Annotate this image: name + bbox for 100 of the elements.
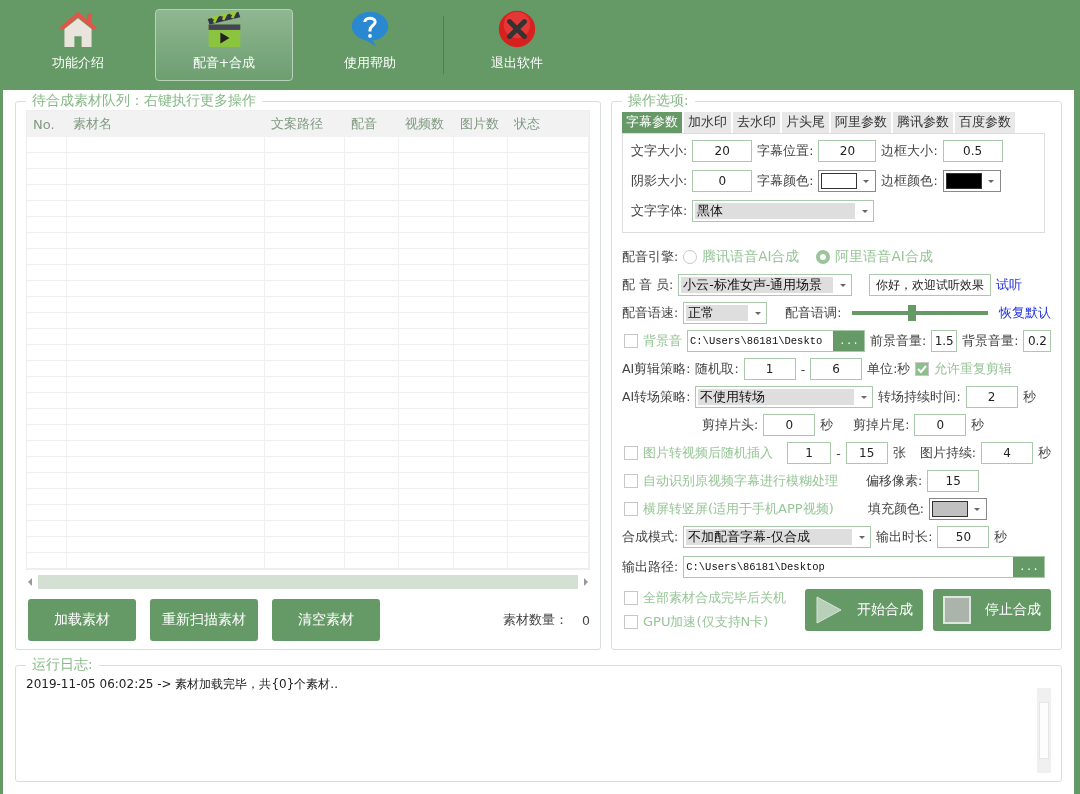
field-label: 秒 [1022,388,1036,406]
tab[interactable]: 百度参数 [955,112,1015,133]
column-header: 文案路径 [270,115,324,133]
field-label: 偏移像素: [866,472,923,490]
tab[interactable]: 去水印 [733,112,780,133]
vertical-scrollbar[interactable] [1037,688,1051,773]
column-header: No. [32,116,56,132]
input-field[interactable]: 0 [692,170,753,192]
field-label: 字幕颜色: [757,172,814,190]
column-header: 配音 [350,115,378,133]
left-arrow-icon[interactable] [26,577,34,587]
checkbox[interactable] [624,615,638,629]
field-label: 配 音 员: [622,276,674,294]
field-label: 剪掉片尾: [853,416,910,434]
input-field[interactable]: 20 [692,140,753,162]
field-label: 边框大小: [881,142,938,160]
input-field[interactable]: 6 [810,358,863,380]
input-field[interactable]: 2 [965,386,1018,408]
input-field[interactable]: 1.5 [931,330,958,352]
checkbox-label: 允许重复剪辑 [934,360,1013,378]
color-picker[interactable] [942,170,1001,192]
input-field[interactable]: 0.2 [1023,330,1052,352]
input-field[interactable]: 你好，欢迎试听效果 [869,274,992,296]
checkbox[interactable] [624,446,638,460]
field-label: 输出路径: [622,558,679,576]
input-field[interactable]: 0.5 [942,140,1003,162]
column-header: 视频数 [404,115,445,133]
field-label: 背景音量: [962,332,1019,350]
panel-title: 待合成素材队列：右键执行更多操作 [31,92,257,110]
horizontal-scrollbar[interactable] [26,574,590,590]
field-label: 输出时长: [876,528,933,546]
checkbox-label: 全部素材合成完毕后关机 [643,589,786,607]
input-field[interactable]: 0 [914,414,967,436]
range-dash: - [800,361,806,377]
field-label: 文字大小: [631,142,688,160]
radio-label: 阿里语音AI合成 [835,248,933,266]
panel-title: 操作选项: [627,92,690,110]
input-field[interactable]: 1 [743,358,796,380]
field-label: 单位:秒 [867,360,911,378]
field-label: 填充颜色: [867,500,924,518]
radio-button[interactable] [816,250,831,264]
field-label: 张 [892,444,906,462]
checkbox[interactable] [624,591,638,605]
field-label: 边框颜色: [881,172,938,190]
dropdown[interactable]: 不加配音字幕-仅合成 [683,526,872,548]
input-field[interactable]: 0 [763,414,816,436]
field-label: AI转场策略: [622,388,691,406]
checkbox[interactable] [624,334,638,348]
field-label: AI剪辑策略: [622,360,691,378]
input-field[interactable]: 15 [845,442,888,464]
field-label: 阴影大小: [631,172,688,190]
listen-link[interactable]: 试听 [996,276,1023,294]
count-value: 0 [582,612,590,628]
checkbox-label: 横屏转竖屏(适用于手机APP视频) [643,500,834,518]
range-dash: - [836,445,841,461]
input-field[interactable]: 1 [787,442,832,464]
radio-label: 腾讯语音AI合成 [702,248,800,266]
field-label: 秒 [1038,444,1051,462]
dropdown[interactable]: 小云-标准女声-通用场景 [678,274,853,296]
slider-thumb[interactable] [908,305,917,321]
column-header: 图片数 [459,115,500,133]
tab[interactable]: 腾讯参数 [893,112,953,133]
panel-title: 运行日志: [31,656,94,674]
checkbox-label: 自动识别原视频字幕进行模糊处理 [643,472,838,490]
input-field[interactable]: 50 [937,526,990,548]
checkbox[interactable] [915,362,930,376]
log-line: 2019-11-05 06:02:25 -> 素材加载完毕，共{0}个素材.. [26,676,339,693]
column-header: 素材名 [72,115,113,133]
field-label: 前景音量: [870,332,927,350]
dropdown[interactable]: 正常 [683,302,768,324]
input-field[interactable]: 15 [927,470,980,492]
checkbox[interactable] [624,474,638,488]
tab[interactable]: 片头尾 [782,112,829,133]
field-label: 字幕位置: [757,142,814,160]
dropdown[interactable]: 不使用转场 [695,386,874,408]
field-label: 文字字体: [631,202,688,220]
input-field[interactable]: 20 [818,140,877,162]
input-field[interactable]: 4 [981,442,1033,464]
field-label: 随机取: [695,360,739,378]
tab[interactable]: 加水印 [684,112,731,133]
checkbox-label: GPU加速(仅支持N卡) [643,613,769,631]
checkbox-label: 图片转视频后随机插入 [643,444,773,462]
stop-icon [943,596,971,624]
field-label: 配音语速: [622,304,679,322]
field-label: 转场持续时间: [878,388,961,406]
path-field[interactable]: C:\Users\86181\Desktop ... [683,556,1045,578]
field-label: 图片持续: [919,444,976,462]
field-label: 秒 [994,528,1008,546]
right-arrow-icon[interactable] [582,577,590,587]
checkbox[interactable] [624,502,638,516]
field-label: 秒 [971,416,985,434]
dropdown[interactable]: 黑体 [692,200,875,222]
color-picker[interactable] [928,498,987,520]
tab[interactable]: 阿里参数 [831,112,891,133]
color-picker[interactable] [818,170,877,192]
field-label: 配音引擎: [622,248,679,266]
count-label: 素材数量： [503,611,569,629]
reset-link[interactable]: 恢复默认 [999,304,1051,322]
field-label: 合成模式: [622,528,679,546]
path-field[interactable]: C:\Users\86181\Deskto ... [687,330,865,352]
